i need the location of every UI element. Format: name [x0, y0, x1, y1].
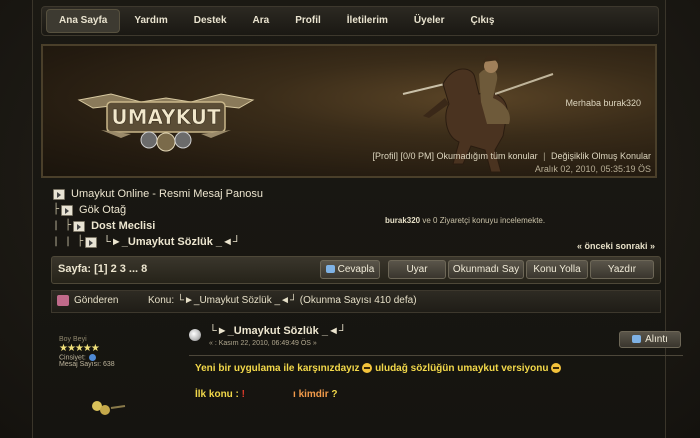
quote-icon [632, 335, 642, 344]
folder-icon [61, 204, 74, 216]
breadcrumb-item-board[interactable]: Umaykut Online - Resmi Mesaj Panosu [53, 186, 263, 202]
breadcrumb-item-topic[interactable]: | | ├ └►_Umaykut Sözlük _◄┘ [53, 234, 263, 250]
notify-button[interactable]: Uyar [388, 260, 446, 279]
topic-title-label: Konu: └►_Umaykut Sözlük _◄┘ (Okunma Sayı… [148, 295, 417, 306]
welcome-text: Merhaba burak320 [565, 98, 641, 108]
prev-next-links[interactable]: « önceki sonraki » [577, 241, 655, 251]
viewer-username[interactable]: burak320 [385, 216, 420, 225]
tree-connector: | ├ [53, 220, 72, 231]
author-rank: Boy Beyi [59, 336, 87, 343]
gender-label: Cinsiyet: [59, 354, 86, 362]
umaykut-logo[interactable]: UMAYKUT [71, 72, 261, 152]
forum-page: Ana Sayfa Yardım Destek Ara Profil İleti… [0, 0, 700, 438]
nav-help[interactable]: Yardım [122, 10, 179, 32]
rank-stars: ★★★★★ [59, 343, 100, 354]
pagination-bar: Sayfa: [1] 2 3 ... 8 Cevapla Uyar Okunma… [51, 256, 661, 284]
post-message-icon [189, 329, 201, 341]
page-wrapper: Ana Sayfa Yardım Destek Ara Profil İleti… [32, 0, 683, 438]
gender-male-icon [88, 354, 96, 361]
post-text: Yeni bir uygulama ile karşınızdayız [195, 363, 360, 374]
post-title[interactable]: └►_Umaykut Sözlük _◄┘ [209, 325, 347, 337]
folder-icon [53, 188, 65, 200]
tree-connector: ├ [53, 204, 60, 215]
page-links[interactable]: Sayfa: [1] 2 3 ... 8 [58, 263, 147, 275]
grin-smiley-icon [551, 363, 562, 374]
breadcrumb-label: Umaykut Online - Resmi Mesaj Panosu [71, 188, 263, 200]
author-badge-icon [92, 401, 126, 415]
grin-smiley-icon [362, 363, 373, 374]
tree-connector: | | ├ [53, 236, 84, 247]
nav-profile[interactable]: Profil [283, 10, 333, 32]
logo-text: UMAYKUT [111, 105, 221, 129]
viewers-text: ve 0 Ziyaretçi konuyu incelemekte. [420, 216, 546, 225]
post-text: ? [328, 389, 338, 400]
topic-header: Gönderen Konu: └►_Umaykut Sözlük _◄┘ (Ok… [51, 290, 661, 313]
post-line-1: Yeni bir uygulama ile karşınızdayız ulud… [195, 362, 562, 376]
changed-topics-link[interactable]: Değişiklik Olmuş Konular [551, 151, 651, 161]
folder-icon [85, 236, 98, 248]
breadcrumb-item-category[interactable]: ├ Gök Otağ [53, 202, 263, 218]
link-separator: | [543, 151, 546, 161]
header-links: [Profil] [0/0 PM] Okumadığım tüm konular… [372, 151, 651, 161]
post-body: Yeni bir uygulama ile karşınızdayız ulud… [195, 362, 562, 402]
breadcrumb-label: Dost Meclisi [91, 220, 156, 232]
post-divider [189, 355, 683, 356]
unread-topics-link[interactable]: Okumadığım tüm konular [437, 151, 538, 161]
nav-support[interactable]: Destek [182, 10, 239, 32]
author-column-label: Gönderen [74, 295, 119, 306]
nav-logout[interactable]: Çıkış [459, 10, 507, 32]
profile-link[interactable]: [Profil] [372, 151, 398, 161]
author-gender: Cinsiyet: [59, 354, 159, 361]
nav-home[interactable]: Ana Sayfa [46, 9, 121, 33]
folder-icon [73, 220, 86, 232]
nav-search[interactable]: Ara [241, 10, 282, 32]
post-line-2: İlk konu : ! ı kimdir ? [195, 388, 561, 402]
print-button[interactable]: Yazdır [590, 260, 654, 279]
topic-icon [57, 295, 69, 306]
post-author-info: Boy Beyi ★★★★★ Cinsiyet: Mesaj Sayısı: 6… [59, 336, 159, 368]
header-date: Aralık 02, 2010, 05:35:19 ÖS [534, 164, 651, 174]
pm-link[interactable]: [0/0 PM] [401, 151, 435, 161]
author-post-count: Mesaj Sayısı: 638 [59, 361, 115, 369]
post-text: İlk konu : [195, 389, 242, 400]
reply-icon [325, 265, 335, 274]
post-highlight: ı kimdir [293, 389, 329, 400]
post-highlight: ! [241, 389, 246, 400]
nav-messages[interactable]: İletilerim [335, 10, 400, 32]
post-text: uludağ sözlüğün umaykut versiyonu [375, 363, 549, 374]
send-topic-button[interactable]: Konu Yolla [526, 260, 588, 279]
breadcrumb-label: └►_Umaykut Sözlük _◄┘ [103, 236, 241, 248]
breadcrumb-item-forum[interactable]: | ├ Dost Meclisi [53, 218, 263, 234]
breadcrumb: Umaykut Online - Resmi Mesaj Panosu ├ Gö… [53, 186, 263, 250]
quote-label: Alıntı [645, 334, 668, 345]
quote-button[interactable]: Alıntı [619, 331, 681, 348]
post-date: « : Kasım 22, 2010, 06:49:49 ÖS » [209, 340, 317, 347]
header-banner: UMAYKUT Merhaba burak320 [Profil] [0/0 P… [41, 44, 657, 178]
reply-label: Cevapla [337, 264, 375, 275]
main-nav: Ana Sayfa Yardım Destek Ara Profil İleti… [41, 6, 659, 36]
topic-viewers: burak320 ve 0 Ziyaretçi konuyu incelemek… [385, 216, 545, 225]
nav-members[interactable]: Üyeler [402, 10, 457, 32]
breadcrumb-label: Gök Otağ [79, 204, 127, 216]
mark-unread-button[interactable]: Okunmadı Say [448, 260, 524, 279]
reply-button[interactable]: Cevapla [320, 260, 380, 279]
